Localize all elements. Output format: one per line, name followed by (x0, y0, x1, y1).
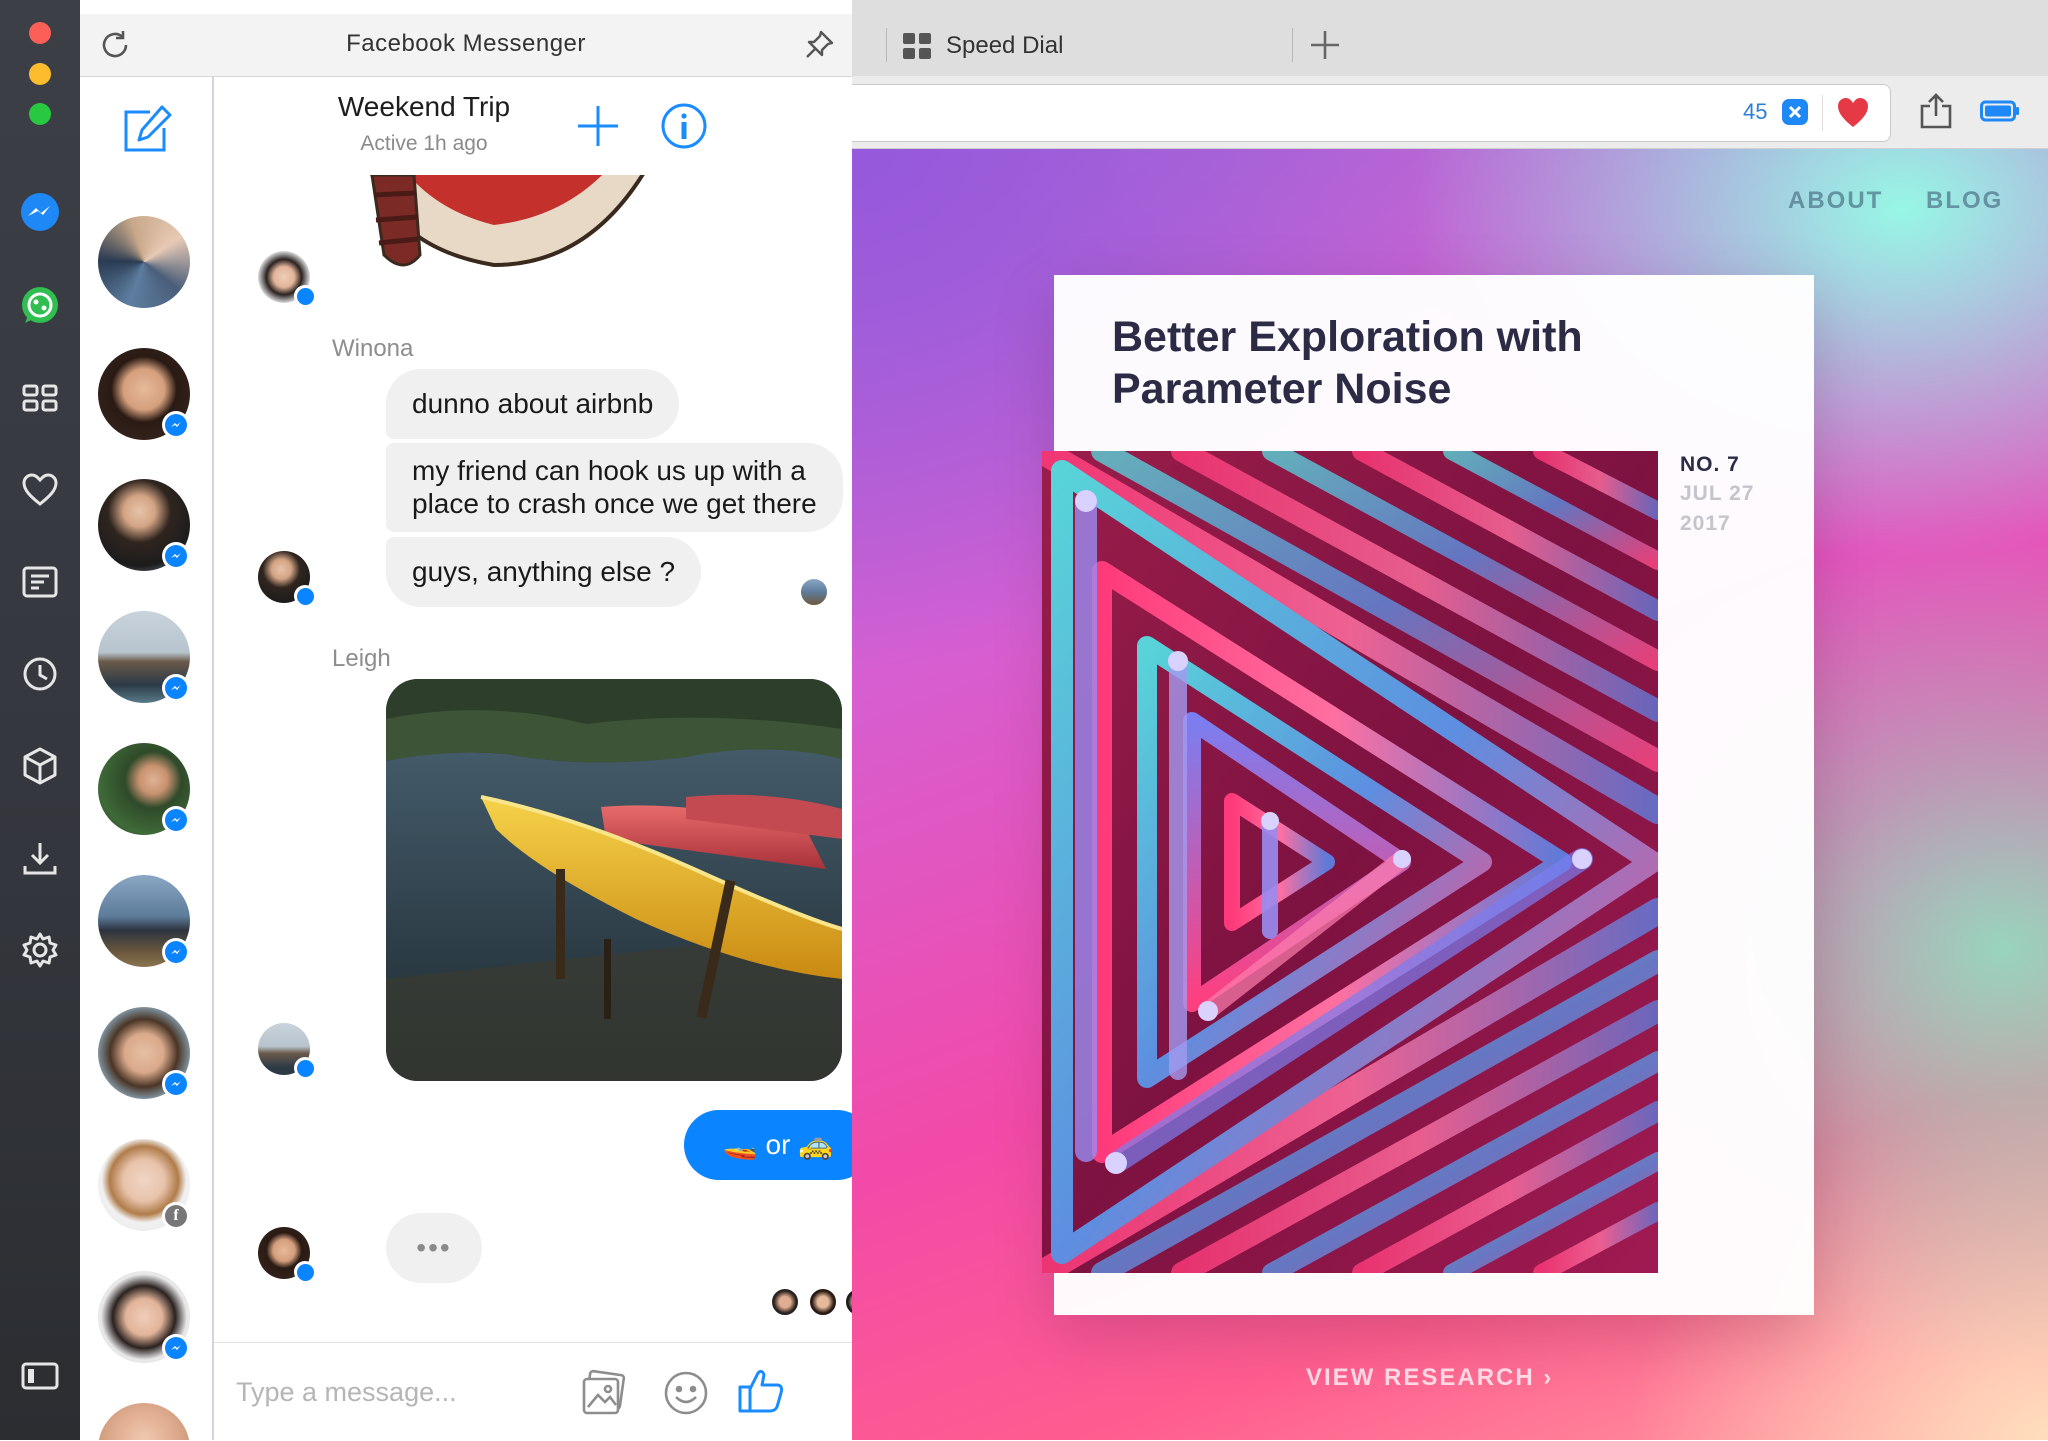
tab-bar: Speed Dial (852, 0, 2048, 76)
extensions-icon[interactable] (14, 740, 66, 792)
chat-messages: Winona dunno about airbnb my friend can … (214, 175, 852, 1342)
speed-dial-tab-icon (902, 32, 932, 60)
news-icon[interactable] (14, 556, 66, 608)
facebook-badge-icon: f (162, 1202, 190, 1230)
pin-icon[interactable] (802, 28, 836, 62)
battery-icon (1980, 100, 2020, 122)
sent-message-text: 🚤 or 🚕 (722, 1129, 834, 1160)
sender-name: Winona (332, 335, 414, 362)
contact-avatar[interactable] (98, 216, 190, 308)
add-people-icon[interactable] (574, 102, 622, 150)
read-receipt-avatar (770, 1287, 800, 1317)
history-icon[interactable] (14, 648, 66, 700)
minimize-window-button[interactable] (29, 63, 51, 85)
heart-icon[interactable] (14, 464, 66, 516)
messenger-badge-icon (162, 1070, 190, 1098)
webpage-content: ABOUT BLOG Better Exploration with Param… (852, 149, 2048, 1440)
message-bubble[interactable]: guys, anything else ? (386, 537, 702, 607)
read-receipt-avatar (799, 577, 829, 607)
chat-header: Weekend Trip Active 1h ago (214, 77, 852, 176)
content-blocker-icon[interactable] (1782, 99, 1808, 125)
info-icon[interactable] (660, 102, 708, 150)
messenger-badge-icon (294, 585, 316, 607)
message-line: place to crash once we get there (412, 488, 817, 519)
settings-icon[interactable] (14, 924, 66, 976)
browser-sidebar (0, 0, 80, 1440)
messenger-titlebar: Facebook Messenger (80, 14, 852, 77)
messenger-icon[interactable] (14, 186, 66, 238)
research-date-year: 2017 (1680, 512, 1731, 535)
whatsapp-icon[interactable] (14, 280, 66, 332)
message-input[interactable]: Type a message... (236, 1377, 457, 1408)
gallery-icon[interactable] (580, 1369, 628, 1417)
messenger-badge-icon (162, 938, 190, 966)
message-bubble[interactable]: my friend can hook us up with a place to… (386, 443, 843, 532)
contacts-list: f (80, 77, 214, 1440)
contact-avatar[interactable] (98, 1403, 190, 1440)
share-icon[interactable] (1918, 92, 1954, 130)
conversation-name[interactable]: Weekend Trip (214, 91, 634, 123)
url-field[interactable]: 45 (852, 84, 1891, 142)
address-bar: 45 (852, 76, 2048, 149)
messenger-badge-icon (162, 1334, 190, 1362)
messenger-window-title: Facebook Messenger (346, 30, 586, 57)
nav-about-link[interactable]: ABOUT (1788, 187, 1883, 215)
sticker-image[interactable] (354, 175, 674, 285)
messenger-badge-icon (294, 285, 316, 307)
messenger-badge-icon (162, 674, 190, 702)
tab-separator (886, 28, 887, 62)
tab-speed-dial[interactable]: Speed Dial (902, 14, 1242, 76)
messenger-badge-icon (294, 1057, 316, 1079)
messenger-badge-icon (162, 542, 190, 570)
messenger-badge-icon (294, 1261, 316, 1283)
sender-name: Leigh (332, 645, 391, 672)
view-research-link[interactable]: VIEW RESEARCH › (1306, 1364, 1553, 1392)
card-artwork (1042, 451, 1658, 1273)
conversation-status: Active 1h ago (360, 132, 488, 155)
tab-separator (1292, 28, 1293, 62)
thumbs-up-icon[interactable] (736, 1365, 786, 1415)
new-tab-icon[interactable] (1308, 28, 1342, 62)
compose-icon[interactable] (120, 102, 176, 158)
message-compose-bar: Type a message... (214, 1342, 852, 1441)
read-receipt-avatar (844, 1287, 852, 1317)
read-receipt-avatar (808, 1287, 838, 1317)
typing-dots: ••• (416, 1232, 452, 1263)
emoji-icon[interactable] (662, 1369, 710, 1417)
content-blocker-count: 45 (1743, 99, 1768, 124)
speed-dial-icon[interactable] (14, 372, 66, 424)
typing-indicator: ••• (386, 1213, 482, 1283)
browser-window: Speed Dial 45 ABOUT BLOG Better Explorat… (852, 0, 2048, 1440)
card-title[interactable]: Better Exploration with Parameter Noise (1112, 311, 1752, 415)
research-number: NO. 7 (1680, 453, 1740, 476)
sent-message-bubble[interactable]: 🚤 or 🚕 (684, 1110, 852, 1180)
messenger-panel: Facebook Messenger f Weekend Trip Active… (80, 0, 853, 1441)
research-card[interactable]: Better Exploration with Parameter Noise (1042, 275, 1814, 1315)
message-line: my friend can hook us up with a (412, 455, 806, 486)
message-bubble[interactable]: dunno about airbnb (386, 369, 680, 439)
download-icon[interactable] (14, 832, 66, 884)
messenger-badge-icon (162, 806, 190, 834)
zoom-window-button[interactable] (29, 103, 51, 125)
heart-bookmark-icon[interactable] (1836, 97, 1870, 129)
url-separator (1822, 95, 1823, 131)
shared-photo[interactable] (386, 679, 842, 1081)
research-date-month: JUL 27 (1680, 482, 1755, 505)
tab-title: Speed Dial (946, 32, 1064, 59)
close-window-button[interactable] (29, 22, 51, 44)
nav-blog-link[interactable]: BLOG (1926, 187, 2003, 215)
messenger-badge-icon (162, 411, 190, 439)
sidebar-toggle-icon[interactable] (14, 1350, 66, 1402)
